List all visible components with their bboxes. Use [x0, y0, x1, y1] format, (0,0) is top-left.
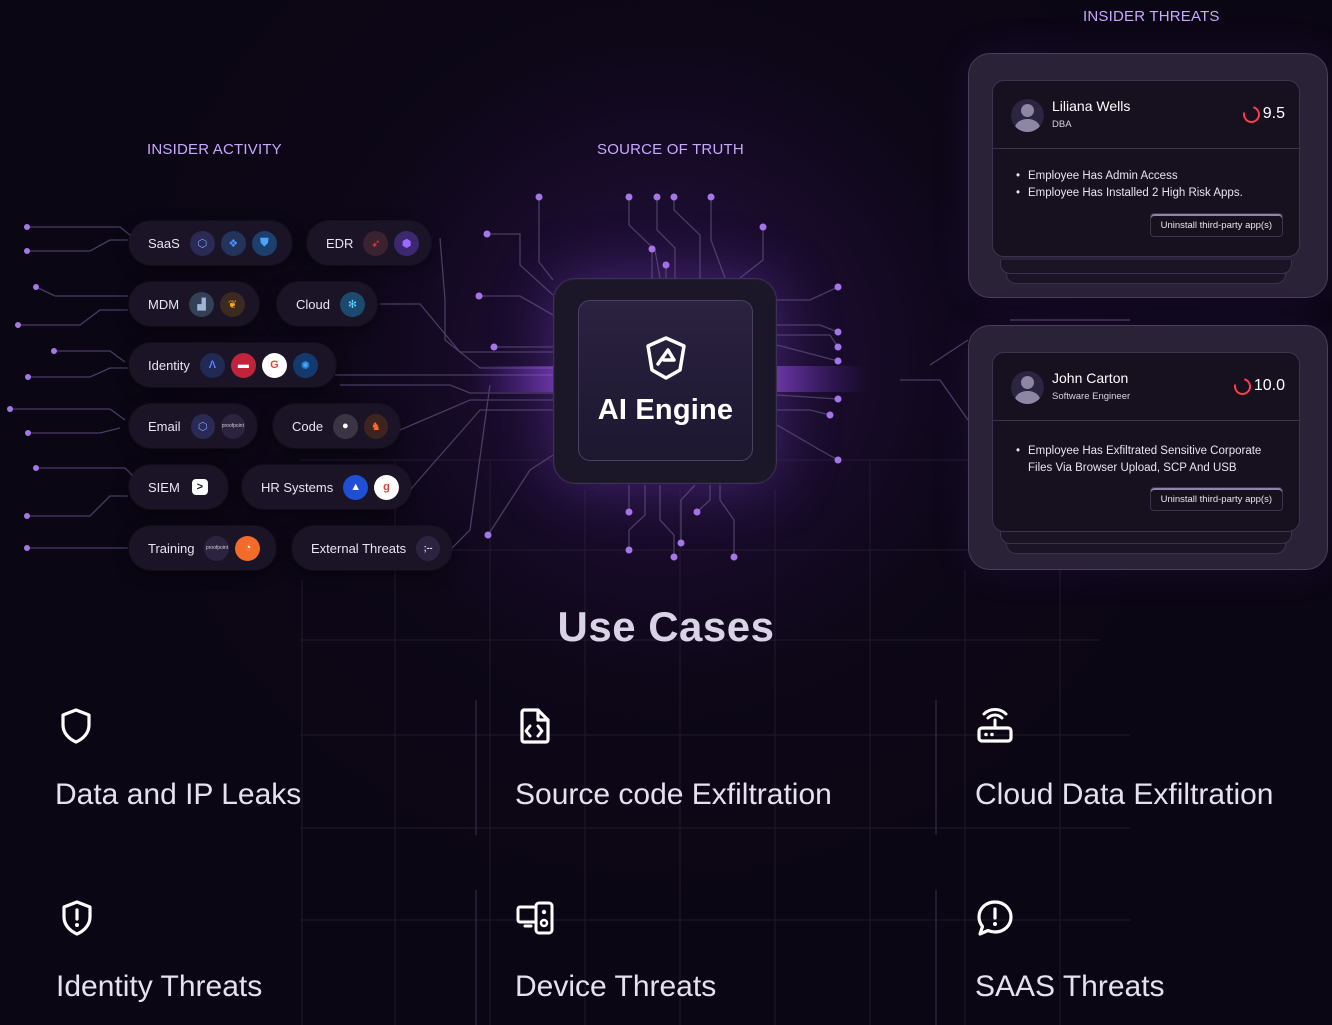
ai-engine-title: AI Engine — [597, 394, 734, 426]
shield-icon — [61, 708, 91, 744]
use-case-label: Cloud Data Exfiltration — [975, 778, 1274, 811]
kandji-icon: ❦ — [220, 291, 246, 317]
avatar — [1011, 371, 1044, 404]
risk-score: 9.5 — [1239, 102, 1285, 126]
jamf-icon: ▟ — [189, 291, 215, 317]
integration-label: EDR — [326, 235, 354, 251]
integration-label: Email — [148, 418, 181, 434]
risk-score-value: 9.5 — [1262, 105, 1285, 122]
integration-label: Cloud — [296, 296, 330, 312]
risk-ring-icon — [1230, 374, 1254, 398]
integration-label: SIEM — [148, 479, 180, 495]
threat-details: Employee Has Exfiltrated Sensitive Corpo… — [993, 443, 1299, 476]
logo-icon — [645, 336, 686, 380]
integration-external-threats[interactable]: External Threats ;-- — [292, 526, 452, 570]
router-icon — [977, 708, 1013, 743]
code-file-icon — [520, 708, 550, 744]
threat-card-header: Liliana Wells DBA 9.5 — [993, 81, 1299, 149]
integration-edr[interactable]: EDR ➶ ⬢ — [307, 221, 431, 265]
integration-label: MDM — [148, 296, 180, 312]
crowdstrike-icon: ➶ — [363, 230, 389, 256]
insider-activity-label: INSIDER ACTIVITY — [147, 141, 282, 158]
chat-alert-icon — [977, 900, 1013, 936]
recorded-future-icon: ;-- — [416, 535, 440, 561]
integration-label: Identity — [148, 357, 190, 373]
proofpoint-icon: proofpoint — [220, 413, 245, 439]
saas-app-icon: ⬡ — [189, 230, 215, 256]
devices-icon — [516, 901, 554, 935]
hris-icon: ▲ — [343, 474, 369, 500]
card-stack-shadow — [1000, 530, 1292, 544]
integration-siem[interactable]: SIEM > — [129, 465, 228, 509]
use-case-label: Identity Threats — [56, 970, 263, 1003]
avatar — [1011, 99, 1044, 132]
dropbox-icon: ❖ — [220, 230, 246, 256]
google-icon: G — [261, 352, 287, 378]
user-role: DBA — [1052, 119, 1072, 130]
threat-detail: Employee Has Installed 2 High Risk Apps. — [1016, 185, 1285, 202]
threat-card[interactable]: Liliana Wells DBA 9.5 Employee Has Admin… — [992, 80, 1300, 257]
integration-identity[interactable]: Identity Λ ▬ G ✺ — [129, 343, 336, 387]
card-stack-shadow — [1000, 260, 1292, 274]
risk-score: 10.0 — [1230, 374, 1285, 398]
threat-details: Employee Has Admin Access Employee Has I… — [993, 168, 1299, 201]
uninstall-apps-button[interactable]: Uninstall third-party app(s) — [1149, 213, 1283, 237]
risk-ring-icon — [1239, 102, 1263, 126]
user-name: Liliana Wells — [1052, 98, 1131, 114]
stage: INSIDER ACTIVITY SOURCE OF TRUTH INSIDER… — [0, 0, 1332, 1025]
integration-training[interactable]: Training proofpoint ◔ — [129, 526, 276, 570]
snowflake-icon: ✻ — [339, 291, 365, 317]
insider-threats-label: INSIDER THREATS — [1083, 8, 1220, 25]
integration-mdm[interactable]: MDM ▟ ❦ — [129, 282, 259, 326]
threat-card[interactable]: John Carton Software Engineer 10.0 Emplo… — [992, 352, 1300, 532]
integration-saas[interactable]: SaaS ⬡ ❖ ⛊ — [129, 221, 292, 265]
use-case-label: Source code Exfiltration — [515, 778, 832, 811]
jumpcloud-icon: ▬ — [230, 352, 256, 378]
integration-hr-systems[interactable]: HR Systems ▲ g — [242, 465, 411, 509]
user-role: Software Engineer — [1052, 391, 1131, 402]
integration-label: Training — [148, 540, 195, 556]
proofpoint-icon: proofpoint — [204, 535, 230, 561]
integration-label: Code — [292, 418, 324, 434]
use-case-label: SAAS Threats — [975, 970, 1165, 1003]
defender-icon: ⛊ — [251, 230, 277, 256]
risk-score-value: 10.0 — [1253, 377, 1285, 394]
use-cases-title: Use Cases — [557, 603, 775, 650]
user-name: John Carton — [1052, 370, 1129, 386]
integration-label: HR Systems — [261, 479, 334, 495]
shield-alert-icon — [62, 900, 92, 936]
use-case-label: Data and IP Leaks — [55, 778, 302, 811]
sentinelone-icon: ⬢ — [394, 230, 419, 256]
ai-engine-core: AI Engine — [578, 300, 753, 461]
integration-label: External Threats — [311, 540, 407, 556]
source-of-truth-label: SOURCE OF TRUTH — [597, 141, 744, 158]
threat-detail: Employee Has Admin Access — [1016, 168, 1285, 185]
threat-card-header: John Carton Software Engineer 10.0 — [993, 353, 1299, 421]
sentinel-icon: > — [191, 479, 208, 495]
azure-ad-icon: ✺ — [292, 352, 318, 378]
gitlab-icon: ♞ — [363, 413, 388, 439]
okta-icon: Λ — [199, 352, 225, 378]
uninstall-apps-button[interactable]: Uninstall third-party app(s) — [1149, 487, 1283, 511]
integration-code[interactable]: Code ● ♞ — [273, 404, 400, 448]
o365-icon: ⬡ — [190, 413, 215, 439]
threat-detail: Employee Has Exfiltrated Sensitive Corpo… — [1016, 443, 1285, 476]
use-case-label: Device Threats — [515, 970, 717, 1003]
integration-email[interactable]: Email ⬡ proofpoint — [129, 404, 257, 448]
gusto-icon: g — [374, 474, 399, 500]
github-icon: ● — [333, 413, 358, 439]
integration-cloud[interactable]: Cloud ✻ — [277, 282, 377, 326]
knowbe4-icon: ◔ — [235, 535, 261, 561]
integration-label: SaaS — [148, 235, 180, 251]
